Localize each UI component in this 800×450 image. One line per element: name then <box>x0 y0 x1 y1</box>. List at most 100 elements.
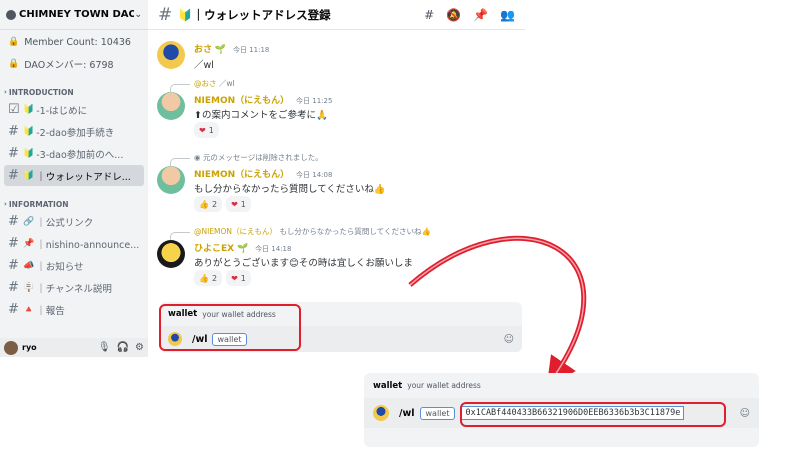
reply-line <box>170 84 190 92</box>
channel-dao-join[interactable]: # 🔰 -2-dao参加手続き <box>4 121 144 142</box>
check-box-icon: ☑ <box>8 102 20 117</box>
message: @おさ ／wl NIEMON（にえもん） 今日 11:25 ⬆の案内コメントをご… <box>148 78 525 140</box>
member-count-stat[interactable]: 🔒 Member Count: 10436 <box>0 32 148 52</box>
bot-avatar <box>373 405 389 421</box>
heart-icon: ❤ <box>199 125 206 135</box>
user-panel: ryo 🎙 🎧 ⚙ <box>0 338 148 357</box>
hash-lock-icon: # <box>8 146 19 161</box>
highlight-box <box>460 402 726 427</box>
dao-member-stat[interactable]: 🔒 DAOメンバー: 6798 <box>0 54 148 74</box>
message-text: もし分からなかったら質問してくださいね👍 <box>194 184 386 195</box>
megaphone-icon: 📣 <box>23 260 35 271</box>
reaction-heart[interactable]: ❤ 1 <box>226 270 251 286</box>
message-time: 今日 14:08 <box>296 171 333 179</box>
emoji-picker-icon[interactable]: ☺ <box>504 334 514 345</box>
pin-icon: 📌 <box>23 238 35 249</box>
reply-preview[interactable]: @NIEMON（にえもん） もし分からなかったら質問してくださいね👍 <box>194 226 431 237</box>
reply-preview[interactable]: ◉ 元のメッセージは削除されました。 <box>194 152 323 163</box>
badge-icon: 🌱 <box>214 45 227 55</box>
beginner-icon: 🔰 <box>23 104 35 115</box>
avatar[interactable] <box>4 340 18 355</box>
message-text: ⬆の案内コメントをご参考に🙏 <box>194 110 328 121</box>
reaction-heart[interactable]: ❤ 1 <box>194 122 219 138</box>
reply-line <box>170 158 190 166</box>
threads-icon[interactable]: # <box>424 8 434 22</box>
message-text: ／wl <box>194 60 214 71</box>
server-icon <box>6 9 16 20</box>
channel-report[interactable]: # 🔺 ｜報告 <box>4 299 144 320</box>
stat-label: Member Count: 10436 <box>24 36 131 48</box>
username: ryo <box>22 343 37 352</box>
chevron-down-icon[interactable]: ⌄ <box>134 10 142 20</box>
message-text: ありがとうございます😊その時は宜しくお願いしま <box>194 258 413 269</box>
message-list: おさ 🌱 今日 11:18 ／wl @おさ ／wl NIEMON（にえもん） 今… <box>148 30 525 300</box>
avatar[interactable] <box>157 166 185 194</box>
pin-icon[interactable]: 📌 <box>473 8 488 22</box>
channel-title: 🔰｜ウォレットアドレス登録 <box>178 7 331 22</box>
hash-icon: # <box>158 4 173 25</box>
badge-icon: 🌱 <box>236 244 249 254</box>
command-option-hint: wallet your wallet address <box>364 373 759 398</box>
lock-icon: 🔒 <box>8 59 20 69</box>
server-name: CHIMNEY TOWN DAO <box>19 9 135 20</box>
option-name: wallet <box>373 380 403 391</box>
hash-icon: # <box>8 236 19 251</box>
message: ◉ 元のメッセージは削除されました。 NIEMON（にえもん） 今日 14:08… <box>148 152 525 214</box>
thumbs-up-icon: 👍 <box>199 199 209 209</box>
sign-icon: 🪧 <box>23 282 35 293</box>
option-description: your wallet address <box>407 381 481 390</box>
reaction-thumbs-up[interactable]: 👍 2 <box>194 196 223 212</box>
channel-hajimeni[interactable]: ☑ 🔰 -1-はじめに <box>4 99 144 120</box>
heart-icon: ❤ <box>231 273 238 283</box>
reaction-thumbs-up[interactable]: 👍 2 <box>194 270 223 286</box>
message-author[interactable]: NIEMON（にえもん） <box>194 96 289 106</box>
reaction-heart[interactable]: ❤ 1 <box>226 196 251 212</box>
message-author[interactable]: NIEMON（にえもん） <box>194 170 289 180</box>
beginner-icon: 🔰 <box>23 148 35 159</box>
channel-header: # 🔰｜ウォレットアドレス登録 # 🔕 📌 👥 <box>148 0 525 30</box>
hash-icon: # <box>8 302 19 317</box>
hash-icon: # <box>8 124 19 139</box>
mute-mic-icon[interactable]: 🎙 <box>98 342 111 353</box>
heart-icon: ❤ <box>231 199 238 209</box>
command-name: /wl <box>399 407 415 419</box>
message-author[interactable]: おさ <box>194 45 212 55</box>
link-icon: 🔗 <box>23 216 35 227</box>
message-time: 今日 11:18 <box>232 46 270 54</box>
server-header[interactable]: CHIMNEY TOWN DAO ⌄ <box>0 0 148 30</box>
emoji-picker-icon[interactable]: ☺ <box>740 408 750 419</box>
hash-icon: # <box>8 214 19 229</box>
arrow-up-icon: ⬆ <box>194 110 202 121</box>
avatar[interactable] <box>157 41 185 69</box>
channel-dao-pre[interactable]: # 🔰 -3-dao参加前のへ... <box>4 143 144 164</box>
message-time: 今日 14:18 <box>255 245 292 253</box>
caret-icon: › <box>4 200 7 208</box>
lock-icon: 🔒 <box>8 37 20 47</box>
channel-oshirase[interactable]: # 📣 ｜お知らせ <box>4 255 144 276</box>
category-introduction[interactable]: › INTRODUCTION <box>0 86 148 98</box>
wallet-option-chip[interactable]: wallet <box>419 406 456 420</box>
hash-icon: # <box>8 168 19 183</box>
members-icon[interactable]: 👥 <box>500 8 515 22</box>
highlight-box <box>159 304 301 351</box>
avatar[interactable] <box>157 92 185 120</box>
message: @NIEMON（にえもん） もし分からなかったら質問してくださいね👍 ひよこEX… <box>148 226 525 288</box>
channel-nishino-announce[interactable]: # 📌 ｜nishino-announce... <box>4 233 144 254</box>
headphones-icon[interactable]: 🎧 <box>117 342 129 353</box>
gear-icon[interactable]: ⚙ <box>135 342 144 353</box>
beginner-icon: 🔰 <box>23 126 35 137</box>
avatar[interactable] <box>157 240 185 268</box>
stat-label: DAOメンバー: 6798 <box>24 60 114 71</box>
beginner-icon: 🔰 <box>23 170 35 181</box>
hash-icon: # <box>8 258 19 273</box>
message-author[interactable]: ひよこEX <box>194 244 234 254</box>
channel-official-links[interactable]: # 🔗 ｜公式リンク <box>4 211 144 232</box>
message: おさ 🌱 今日 11:18 ／wl <box>148 38 525 74</box>
category-information[interactable]: › INFORMATION <box>0 198 148 210</box>
reply-line <box>170 232 190 240</box>
channel-wallet-address[interactable]: # 🔰 ｜ウォレットアドレ... <box>4 165 144 186</box>
channel-description[interactable]: # 🪧 ｜チャンネル説明 <box>4 277 144 298</box>
bell-muted-icon[interactable]: 🔕 <box>446 8 461 22</box>
server-sidebar: CHIMNEY TOWN DAO ⌄ 🔒 Member Count: 10436… <box>0 0 148 357</box>
reply-preview[interactable]: @おさ ／wl <box>194 78 235 89</box>
